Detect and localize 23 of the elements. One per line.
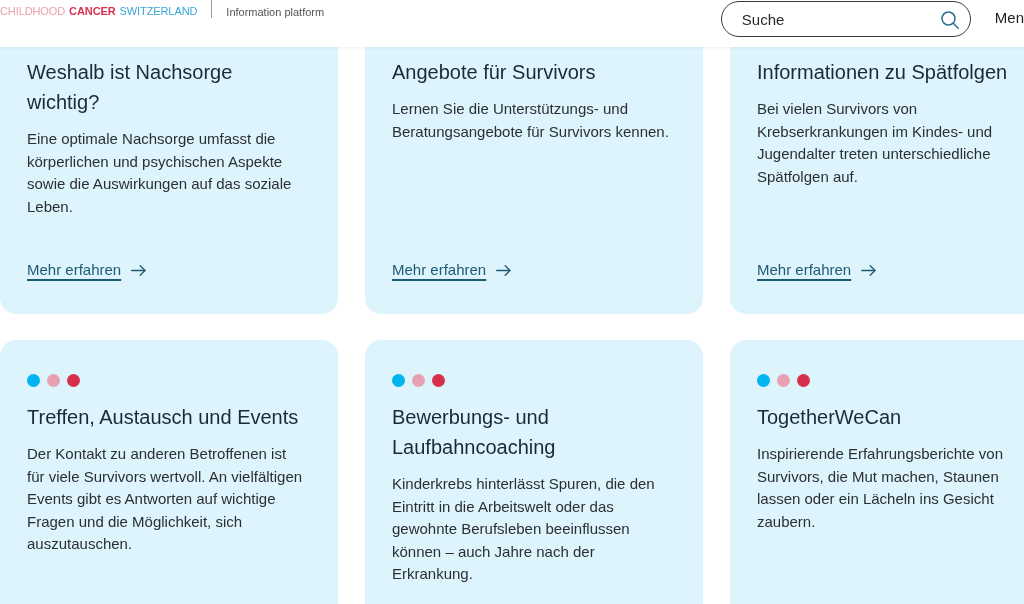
more-link[interactable]: Mehr erfahren [27,260,126,280]
card-description: Inspirierende Erfahrungsberichte von Survivors, die Mut machen, Staunen lassen oder ein Lächeln ins Gesicht zaubern. [757,444,1004,532]
card-description: Der Kontakt zu anderen Betroffenen ist für viele Survivors wertvoll. An vielfältigen Events gibt es Antworten auf wichtige Fragen und die Möglichkeit, sich auszutauschen. [27,444,304,554]
more-link[interactable]: Mehr erfahren [392,260,491,280]
card-description: Lernen Sie die Unterstützungs- und Beratungsangebote für Survivors kennen. [392,99,670,142]
card-description: Bei vielen Survivors von Krebserkrankungen im Kindes- und Jugendalter treten unterschiedliche Spätfolgen auf. [757,99,994,187]
card-title: TogetherWeCan [757,405,903,430]
tagline-text: Information platform [226,5,325,19]
card-description: Eine optimale Nachsorge umfasst die körperlichen und psychischen Aspekte sowie die Auswirkungen auf das soziale Leben. [27,129,293,217]
menu-button[interactable]: Men [994,9,1024,27]
logo-text: CHILDHOOD CANCER SWITZERLAND [0,4,198,18]
card-title: Informationen zu Spätfolgen [757,60,1009,85]
search-icon[interactable] [940,11,959,29]
arrow-right-icon [496,264,512,276]
arrow-right-icon [131,264,147,276]
card-title: Treffen, Austausch und Events [27,405,300,430]
card-title: Bewerbungs- und Laufbahncoaching [392,405,557,460]
card-title: Weshalb ist Nachsorge wichtig? [27,60,234,115]
more-link[interactable]: Mehr erfahren [757,260,856,280]
arrow-right-icon [861,264,877,276]
search-field[interactable]: Suche [720,1,971,37]
card-description: Kinderkrebs hinterlässt Spuren, die den Eintritt in die Arbeitswelt oder das gewohnte Berufsleben beeinflussen können – auch Jahre nach der Erkrankung. [392,474,656,584]
card-title: Angebote für Survivors [392,60,597,85]
